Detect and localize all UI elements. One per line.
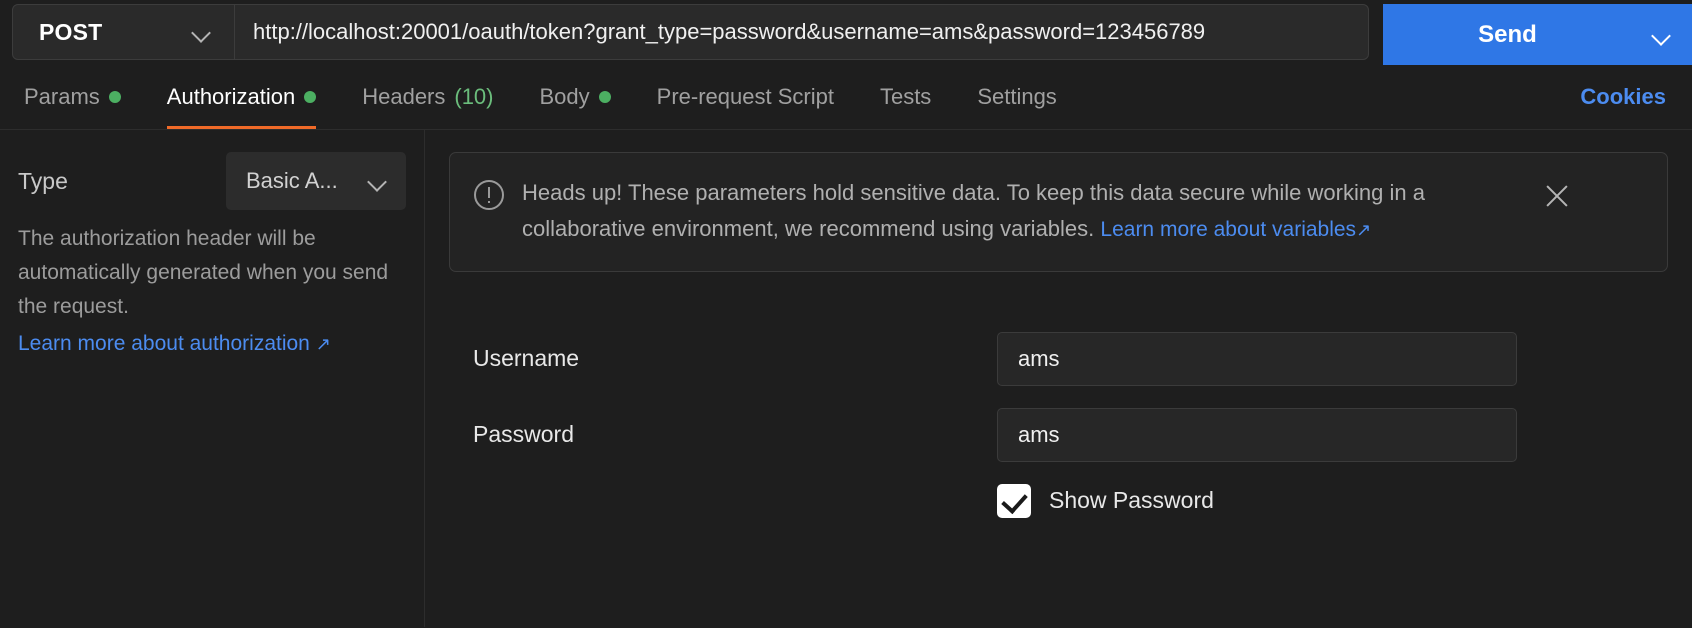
- banner-text-block: Heads up! These parameters hold sensitiv…: [522, 175, 1522, 247]
- auth-type-row: Type Basic A...: [18, 152, 406, 210]
- auth-type-value: Basic A...: [246, 168, 338, 193]
- show-password-row: Show Password: [997, 483, 1668, 518]
- password-row: Password ams: [449, 407, 1668, 462]
- tab-pre-request-script[interactable]: Pre-request Script: [657, 64, 834, 129]
- status-dot-icon: [598, 90, 611, 103]
- username-value: ams: [1018, 345, 1060, 371]
- tab-label: Params: [24, 83, 100, 109]
- tab-label: Settings: [977, 83, 1057, 109]
- http-method-select[interactable]: POST: [13, 5, 235, 59]
- auth-type-pane: Type Basic A... The authorization header…: [0, 130, 425, 627]
- username-label: Username: [473, 345, 580, 372]
- password-input[interactable]: ams: [997, 407, 1517, 462]
- tab-params[interactable]: Params: [24, 64, 121, 129]
- username-row: Username ams: [449, 331, 1668, 386]
- send-button[interactable]: Send: [1383, 4, 1632, 65]
- url-input[interactable]: http://localhost:20001/oauth/token?grant…: [235, 5, 1368, 59]
- username-input[interactable]: ams: [997, 331, 1517, 386]
- tab-label: Headers: [362, 83, 446, 109]
- chevron-down-icon: [1652, 25, 1672, 45]
- external-link-icon: ↗: [1356, 219, 1372, 240]
- request-bar: POST http://localhost:20001/oauth/token?…: [0, 0, 1692, 65]
- url-text: http://localhost:20001/oauth/token?grant…: [253, 19, 1206, 44]
- tab-label: Tests: [879, 83, 932, 109]
- method-url-group: POST http://localhost:20001/oauth/token?…: [12, 4, 1369, 60]
- send-options-button[interactable]: [1632, 4, 1692, 65]
- tab-label: Pre-request Script: [656, 83, 834, 109]
- link-label: Learn more about variables: [1100, 217, 1357, 241]
- chevron-down-icon: [192, 22, 212, 42]
- external-link-icon: ↗: [315, 334, 331, 355]
- alert-circle-icon: [474, 180, 504, 210]
- request-tab-bar: Params Authorization Headers (10) Body P…: [0, 64, 1692, 130]
- headers-count-badge: (10): [454, 83, 494, 109]
- http-method-label: POST: [39, 18, 103, 45]
- password-value: ams: [1018, 421, 1060, 447]
- close-icon[interactable]: [1540, 179, 1574, 213]
- learn-more-variables-link[interactable]: Learn more about variables↗: [1100, 213, 1371, 247]
- auth-helper-text: The authorization header will be automat…: [18, 227, 389, 319]
- tab-headers[interactable]: Headers (10): [362, 64, 493, 129]
- auth-body: Type Basic A... The authorization header…: [0, 130, 1692, 627]
- tab-body[interactable]: Body: [540, 64, 611, 129]
- chevron-down-icon: [368, 171, 388, 191]
- show-password-checkbox[interactable]: [997, 483, 1031, 518]
- auth-type-label: Type: [18, 167, 68, 194]
- tab-tests[interactable]: Tests: [880, 64, 931, 129]
- link-label: Learn more about authorization: [18, 332, 310, 356]
- send-group: Send: [1383, 4, 1692, 65]
- tab-label: Body: [539, 83, 590, 109]
- show-password-label: Show Password: [1049, 487, 1214, 514]
- auth-type-select[interactable]: Basic A...: [226, 152, 406, 210]
- sensitive-data-banner: Heads up! These parameters hold sensitiv…: [449, 152, 1668, 272]
- auth-credentials-pane: Heads up! These parameters hold sensitiv…: [425, 130, 1692, 627]
- learn-more-authorization-link[interactable]: Learn more about authorization ↗: [18, 332, 331, 356]
- tab-authorization[interactable]: Authorization: [166, 64, 317, 129]
- password-label: Password: [473, 421, 574, 448]
- tab-label: Authorization: [166, 83, 296, 109]
- tab-settings[interactable]: Settings: [977, 64, 1057, 129]
- status-dot-icon: [304, 90, 317, 103]
- cookies-link[interactable]: Cookies: [1580, 84, 1666, 110]
- status-dot-icon: [108, 90, 121, 103]
